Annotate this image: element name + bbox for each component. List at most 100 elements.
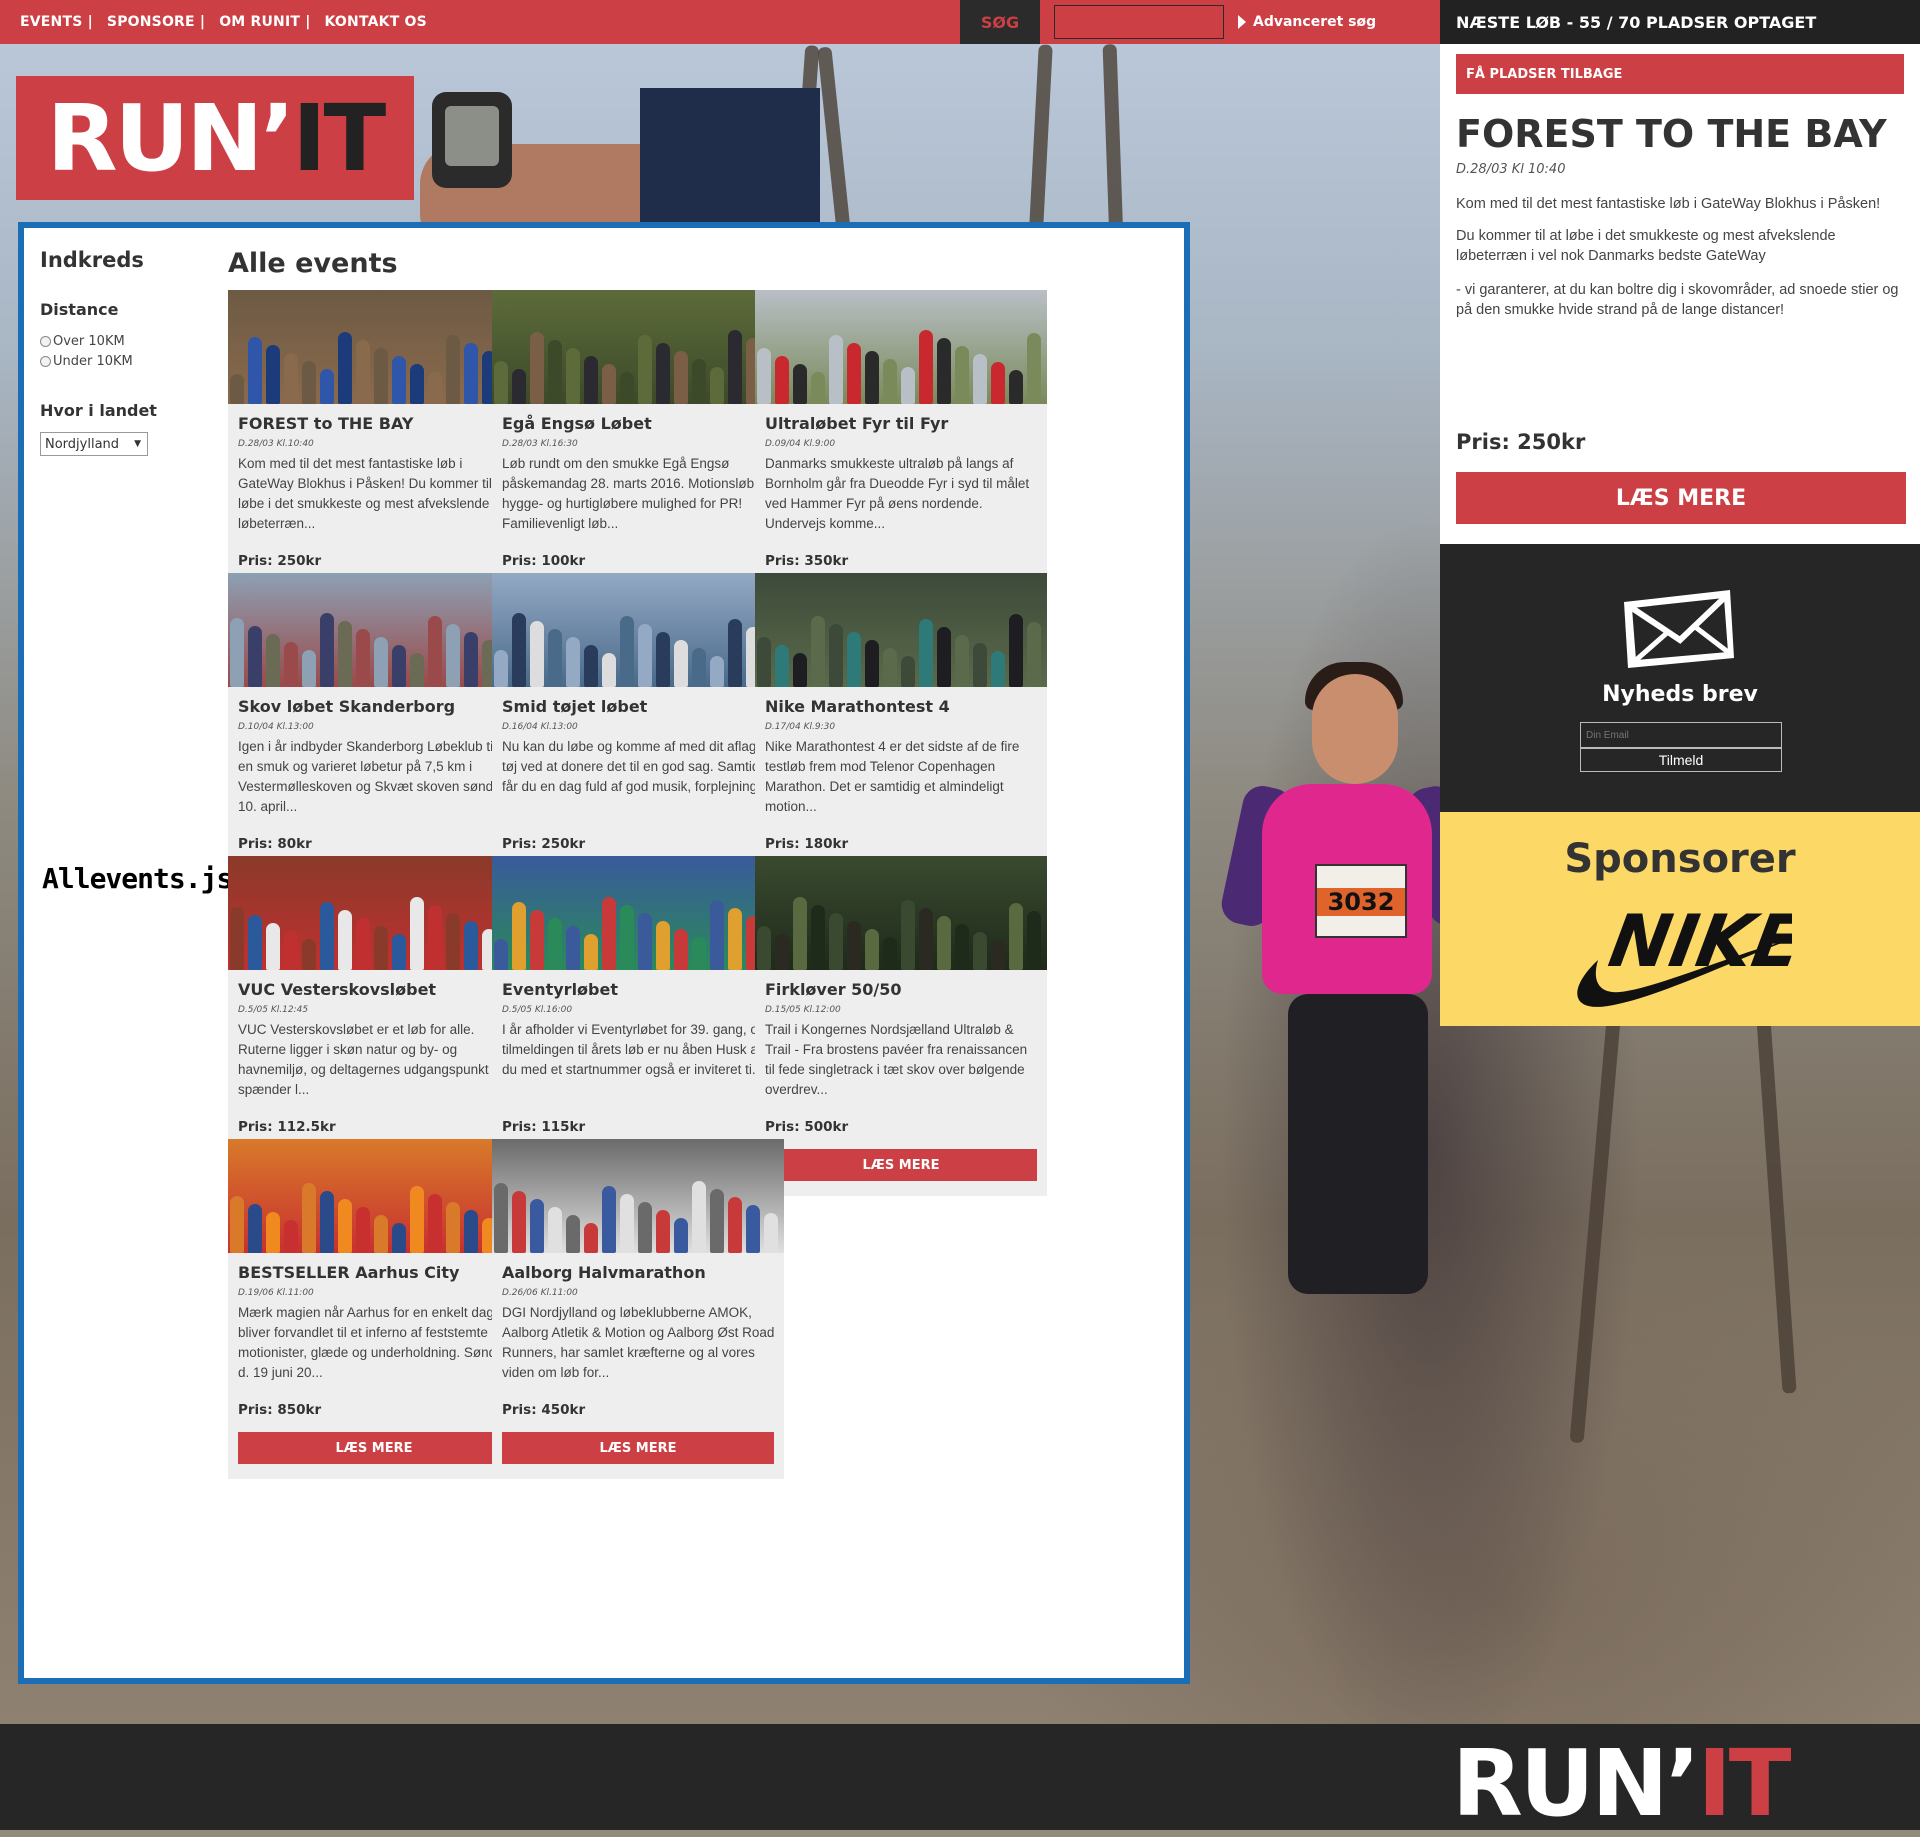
event-description: VUC Vesterskovsløbet er et løb for alle.…	[238, 1022, 489, 1097]
region-select[interactable]: Nordjylland ▼	[40, 432, 148, 456]
dropdown-caret-icon: ▼	[134, 439, 141, 449]
event-image[interactable]	[755, 856, 1047, 970]
featured-text-2: Du kommer til at løbe i det smukkeste og…	[1456, 228, 1836, 264]
nav-kontakt-os[interactable]: KONTAKT OS	[325, 14, 427, 30]
read-more-button[interactable]: LÆS MERE	[765, 1149, 1037, 1181]
event-image[interactable]	[228, 290, 520, 404]
newsletter-email-input[interactable]	[1580, 722, 1782, 748]
newsletter-title: Nyheds brev	[1602, 682, 1758, 707]
filter-sidebar: Indkreds Distance Over 10KM Under 10KM H…	[40, 248, 210, 456]
event-price: Pris: 100kr	[502, 553, 586, 569]
search-input[interactable]	[1054, 5, 1224, 39]
event-date: D.15/05 Kl.12:00	[765, 1005, 841, 1015]
event-date: D.16/04 Kl.13:00	[502, 722, 578, 732]
top-nav-bar: EVENTS | SPONSORE | OM RUNIT | KONTAKT O…	[0, 0, 1440, 44]
event-image[interactable]	[492, 856, 784, 970]
distance-option-label: Over 10KM	[53, 333, 125, 349]
event-image[interactable]	[755, 573, 1047, 687]
event-date: D.09/04 Kl.9:00	[765, 439, 836, 449]
event-description: Nike Marathontest 4 er det sidste af de …	[765, 739, 1020, 814]
event-name[interactable]: Egå Engsø Løbet	[502, 414, 652, 433]
event-image[interactable]	[492, 1139, 784, 1253]
featured-text-1: Kom med til det mest fantastiske løb i G…	[1456, 196, 1881, 212]
featured-price: Pris: 250kr	[1456, 430, 1586, 454]
event-name[interactable]: Ultraløbet Fyr til Fyr	[765, 414, 948, 433]
distance-option-under[interactable]: Under 10KM	[40, 351, 210, 371]
distance-option-label: Under 10KM	[53, 353, 133, 369]
footer: RUN’IT	[0, 1724, 1920, 1837]
event-image[interactable]	[492, 290, 784, 404]
event-price: Pris: 180kr	[765, 836, 849, 852]
next-race-bar: NÆSTE LØB - 55 / 70 PLADSER OPTAGET	[1440, 0, 1920, 44]
sponsors-title: Sponsorer	[1564, 836, 1796, 882]
event-name[interactable]: VUC Vesterskovsløbet	[238, 980, 436, 999]
event-price: Pris: 112.5kr	[238, 1119, 336, 1135]
featured-title: FOREST TO THE BAY	[1456, 112, 1887, 156]
event-date: D.5/05 Kl.16:00	[502, 1005, 573, 1015]
event-price: Pris: 250kr	[238, 553, 322, 569]
nav-om-runit[interactable]: OM RUNIT |	[219, 14, 310, 30]
page-title: Alle events	[228, 248, 398, 279]
event-description: Mærk magien når Aarhus for en enkelt dag…	[238, 1305, 512, 1380]
event-image[interactable]	[228, 1139, 520, 1253]
event-price: Pris: 500kr	[765, 1119, 849, 1135]
event-name[interactable]: Skov løbet Skanderborg	[238, 697, 455, 716]
nav-sponsore[interactable]: SPONSORE |	[107, 14, 205, 30]
few-spots-badge: FÅ PLADSER TILBAGE	[1456, 54, 1904, 94]
event-image[interactable]	[228, 856, 520, 970]
event-description: Løb rundt om den smukke Egå Engsø påskem…	[502, 456, 774, 531]
region-label: Hvor i landet	[40, 401, 157, 420]
advanced-search-link[interactable]: Advanceret søg	[1238, 0, 1376, 44]
nike-logo[interactable]: NIKE	[1568, 888, 1792, 1018]
event-date: D.28/03 Kl.10:40	[238, 439, 314, 449]
event-image[interactable]	[492, 573, 784, 687]
event-name[interactable]: BESTSELLER Aarhus City	[238, 1263, 459, 1282]
event-date: D.5/05 Kl.12:45	[238, 1005, 309, 1015]
nav-events[interactable]: EVENTS |	[20, 14, 93, 30]
envelope-icon	[1624, 590, 1734, 668]
featured-read-more-button[interactable]: LÆS MERE	[1456, 472, 1906, 524]
event-date: D.10/04 Kl.13:00	[238, 722, 314, 732]
annotation-label: Allevents.js	[42, 862, 233, 895]
footer-logo-accent: IT	[1697, 1730, 1792, 1837]
event-price: Pris: 450kr	[502, 1402, 586, 1418]
event-name[interactable]: Nike Marathontest 4	[765, 697, 950, 716]
region-selected-value: Nordjylland	[45, 436, 120, 452]
event-name[interactable]: Aalborg Halvmarathon	[502, 1263, 706, 1282]
event-description: Danmarks smukkeste ultraløb på langs af …	[765, 456, 1030, 531]
logo-main-text: RUN’	[46, 84, 295, 192]
event-name[interactable]: Eventyrløbet	[502, 980, 618, 999]
event-description: DGI Nordjylland og løbeklubberne AMOK, A…	[502, 1305, 775, 1380]
read-more-button[interactable]: LÆS MERE	[502, 1432, 774, 1464]
footer-logo[interactable]: RUN’IT	[1452, 1730, 1792, 1837]
event-card: Firkløver 50/50 D.15/05 Kl.12:00 Trail i K…	[755, 856, 1047, 1196]
event-price: Pris: 850kr	[238, 1402, 322, 1418]
radio-button[interactable]	[40, 335, 51, 347]
event-name[interactable]: Firkløver 50/50	[765, 980, 902, 999]
events-panel: Indkreds Distance Over 10KM Under 10KM H…	[18, 222, 1190, 1684]
caret-right-icon	[1238, 15, 1246, 29]
event-name[interactable]: FOREST to THE BAY	[238, 414, 413, 433]
next-race-label: NÆSTE LØB - 55 / 70 PLADSER OPTAGET	[1456, 12, 1817, 32]
event-description: Igen i år indbyder Skanderborg Løbeklub …	[238, 739, 509, 814]
featured-date: D.28/03 Kl 10:40	[1456, 162, 1566, 177]
featured-text-3: - vi garanterer, at du kan boltre dig i …	[1456, 282, 1899, 318]
event-image[interactable]	[228, 573, 520, 687]
event-image[interactable]	[755, 290, 1047, 404]
site-logo[interactable]: RUN’IT	[16, 76, 414, 200]
event-date: D.28/03 Kl.16:30	[502, 439, 578, 449]
search-button[interactable]: SØG	[960, 0, 1040, 44]
event-description: Kom med til det mest fantastiske løb i G…	[238, 456, 507, 531]
footer-logo-main: RUN’	[1452, 1730, 1700, 1837]
read-more-button[interactable]: LÆS MERE	[238, 1432, 510, 1464]
event-name[interactable]: Smid tøjet løbet	[502, 697, 647, 716]
distance-label: Distance	[40, 300, 119, 319]
distance-option-over[interactable]: Over 10KM	[40, 331, 210, 351]
event-date: D.19/06 Kl.11:00	[238, 1288, 314, 1298]
event-price: Pris: 80kr	[238, 836, 312, 852]
radio-button[interactable]	[40, 355, 51, 367]
event-price: Pris: 350kr	[765, 553, 849, 569]
newsletter-subscribe-button[interactable]: Tilmeld	[1580, 748, 1782, 772]
main-nav: EVENTS | SPONSORE | OM RUNIT | KONTAKT O…	[20, 0, 441, 44]
event-card: BESTSELLER Aarhus City D.19/06 Kl.11:00 Mæ…	[228, 1139, 520, 1479]
